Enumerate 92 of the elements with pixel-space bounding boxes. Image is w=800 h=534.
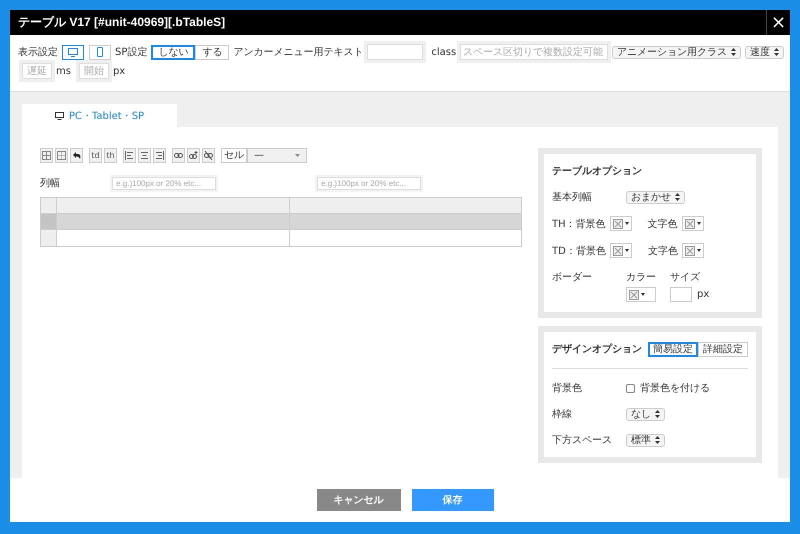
row-handle[interactable] (41, 230, 57, 246)
cell-type-select[interactable]: — (247, 148, 307, 163)
align-center-icon (140, 151, 149, 160)
bottom-space-select[interactable]: 標準 (626, 434, 665, 446)
toolbar-button[interactable] (202, 148, 215, 163)
label: サイズ (670, 271, 701, 284)
phone-view-button[interactable] (89, 44, 111, 60)
label: class (431, 46, 456, 58)
section-title: テーブルオプション (552, 164, 643, 178)
color-picker-button[interactable] (682, 216, 704, 231)
section-title: デザインオプション (552, 342, 642, 356)
unlink-icon (204, 151, 213, 160)
toggle-button[interactable]: しない (151, 44, 196, 60)
border-size-field[interactable] (670, 287, 692, 302)
split-cells-icon (57, 151, 66, 160)
toolbar-button[interactable]: th (104, 148, 117, 163)
class-field[interactable]: スペース区切りで複数設定可能 (460, 44, 608, 60)
label: 文字色 (648, 218, 678, 230)
monitor-icon (68, 48, 78, 56)
window-title: テーブル V17 [#unit-40969][.bTableS] (18, 14, 226, 31)
delay-field[interactable]: 遅延 (22, 63, 52, 79)
color-picker-button[interactable] (610, 243, 632, 258)
empty-color-icon (612, 246, 623, 256)
label: セル (221, 148, 247, 163)
toggle-button[interactable]: 簡易設定 (648, 342, 698, 356)
row-handle[interactable] (41, 198, 57, 213)
offset-field[interactable]: 開始 (78, 63, 109, 79)
toggle-button[interactable]: する (195, 44, 230, 60)
label: 枠線 (552, 408, 573, 421)
align-left-icon (125, 151, 134, 160)
updown-arrows-icon (655, 436, 660, 444)
caret-icon (295, 154, 300, 157)
label: アンカーメニュー用テキスト (233, 46, 364, 59)
caret-icon (696, 249, 701, 252)
empty-color-icon (684, 246, 695, 256)
label: 表示設定 (18, 46, 58, 59)
updown-arrows-icon (655, 410, 660, 418)
caret-icon (624, 249, 629, 252)
updown-arrows-icon (675, 193, 680, 201)
column-width-field[interactable]: e.g.)100px or 20% etc... (317, 176, 422, 190)
label: 列幅 (40, 177, 61, 190)
border-select[interactable]: なし (626, 408, 665, 420)
unit-label: ms (56, 66, 71, 76)
label: TD：背景色 (552, 244, 606, 258)
unit-label: px (697, 289, 710, 300)
toolbar-button[interactable]: td (89, 148, 102, 163)
align-right-icon (155, 151, 164, 160)
row-handle[interactable] (41, 214, 57, 229)
color-picker-button[interactable] (682, 243, 704, 258)
color-picker-button[interactable] (626, 287, 656, 302)
label: カラー (626, 271, 656, 284)
table-cell[interactable] (57, 214, 290, 229)
toolbar-button[interactable] (172, 148, 185, 163)
label: 下方スペース (552, 434, 613, 447)
label: 背景色 (552, 382, 583, 395)
label: TH：背景色 (552, 218, 606, 230)
toggle-button[interactable]: 詳細設定 (698, 342, 748, 356)
desktop-view-button[interactable] (62, 44, 84, 60)
anchor-text-field[interactable] (367, 44, 424, 60)
link-icon (174, 151, 183, 160)
caret-icon (624, 222, 629, 225)
animation-class-select[interactable]: アニメーション用クラス (612, 46, 741, 58)
empty-color-icon (684, 218, 695, 228)
caret-icon (696, 222, 701, 225)
label: 文字色 (648, 244, 678, 258)
column-width-field[interactable]: e.g.)100px or 20% etc... (112, 176, 216, 190)
speed-select[interactable]: 速度 (745, 46, 784, 58)
table-cell[interactable] (290, 198, 521, 213)
add-link-icon (189, 151, 198, 160)
label: SP設定 (115, 46, 148, 59)
color-picker-button[interactable] (610, 216, 632, 231)
table-cell[interactable] (290, 214, 521, 229)
cancel-button[interactable]: キャンセル (316, 489, 400, 511)
column-width-select[interactable]: おまかせ (626, 190, 685, 204)
undo-icon (72, 151, 81, 160)
updown-arrows-icon (731, 48, 736, 56)
label: 基本列幅 (552, 190, 593, 204)
tab[interactable]: PC・Tablet・SP (22, 104, 177, 127)
updown-arrows-icon (774, 48, 779, 56)
toolbar-button[interactable] (70, 148, 83, 163)
empty-color-icon (612, 218, 623, 228)
checkbox[interactable] (626, 384, 635, 392)
caret-icon (641, 293, 645, 296)
merge-cells-icon (42, 151, 51, 160)
table-cell[interactable] (57, 198, 290, 213)
unit-label: px (112, 66, 126, 76)
phone-icon (97, 47, 103, 57)
empty-color-icon (629, 290, 639, 300)
monitor-icon (54, 112, 64, 120)
label: ボーダー (552, 271, 593, 284)
toolbar-button[interactable] (187, 148, 200, 163)
checkbox-label[interactable]: 背景色を付ける (640, 381, 710, 395)
